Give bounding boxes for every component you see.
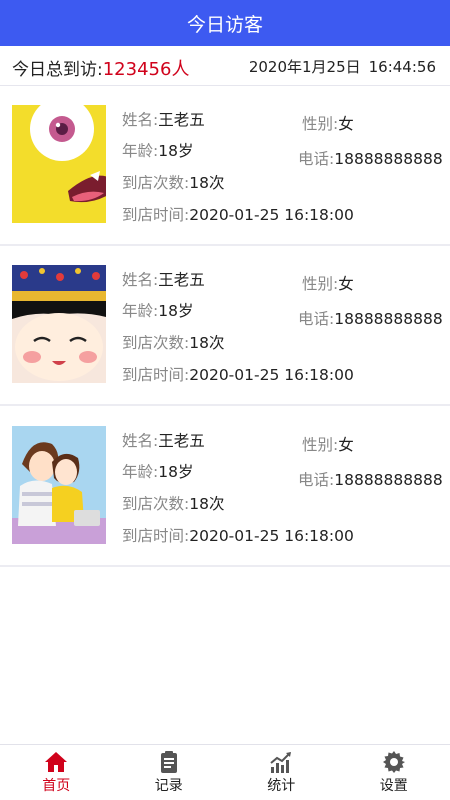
visitor-gender: 性别:女 [302,436,354,454]
tab-records-label: 记录 [154,778,183,794]
visit-summary-bar: 今日总到访:123456人 2020年1月25日 16:44:56 [0,46,450,86]
visitor-visit-count: 到店次数:18次 [122,334,225,352]
visitor-visit-count: 到店次数:18次 [122,174,225,192]
page-title: 今日访客 [186,13,263,36]
visitor-visit-count: 到店次数:18次 [122,495,225,513]
total-visits-label: 今日总到访: [12,60,103,80]
visitor-age: 年龄:18岁 [122,463,194,481]
bottom-tab-bar: 首页 记录 统计 设置 [0,744,450,800]
visitor-gender: 性别:女 [302,115,354,133]
tab-statistics-label: 统计 [267,778,296,794]
visitor-name: 姓名:王老五 [122,432,205,450]
current-date: 2020年1月25日 [248,58,361,76]
cartoon-couple-avatar [12,426,106,544]
app-header: 今日访客 [0,0,450,46]
visitor-card[interactable]: 姓名:王老五 性别:女 年龄:18岁 电话:18888888888 到店次数:1… [0,86,450,246]
visitor-visit-time: 到店时间:2020-01-25 16:18:00 [122,366,354,384]
tab-settings[interactable]: 设置 [338,745,450,800]
total-visits-count: 123456人 [102,59,190,80]
tab-records[interactable]: 记录 [113,745,226,800]
visitor-name: 姓名:王老五 [122,111,205,129]
cartoon-girl-avatar [12,265,106,383]
yellow-monster-avatar [12,105,106,223]
visitor-visit-time: 到店时间:2020-01-25 16:18:00 [122,527,354,545]
visitor-visit-time: 到店时间:2020-01-25 16:18:00 [122,206,354,224]
visitor-age: 年龄:18岁 [122,142,194,160]
visitor-phone: 电话:18888888888 [298,471,443,489]
home-icon [45,752,68,772]
visitor-name: 姓名:王老五 [122,271,205,289]
current-time: 16:44:56 [368,58,436,76]
total-visits: 今日总到访:123456人 [12,55,189,81]
chart-icon [270,752,292,773]
tab-settings-label: 设置 [379,778,408,794]
visitor-phone: 电话:18888888888 [298,310,443,328]
visitor-age: 年龄:18岁 [122,302,194,320]
tab-home[interactable]: 首页 [0,745,113,800]
visitor-gender: 性别:女 [302,275,354,293]
visitor-phone: 电话:18888888888 [298,150,443,168]
tab-statistics[interactable]: 统计 [225,745,338,800]
clipboard-icon [160,751,177,773]
visitor-card[interactable]: 姓名:王老五 性别:女 年龄:18岁 电话:18888888888 到店次数:1… [0,246,450,406]
visitor-card[interactable]: 姓名:王老五 性别:女 年龄:18岁 电话:18888888888 到店次数:1… [0,407,450,567]
tab-home-label: 首页 [42,778,71,794]
current-datetime: 2020年1月25日 16:44:56 [249,56,436,77]
gear-icon [382,751,405,773]
